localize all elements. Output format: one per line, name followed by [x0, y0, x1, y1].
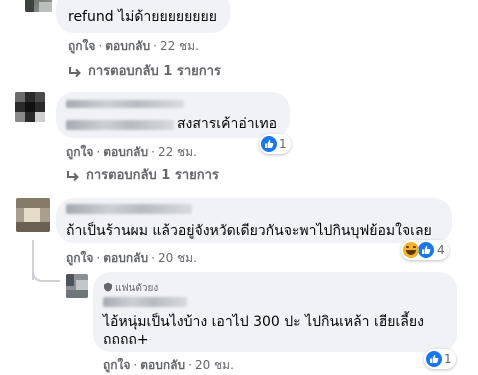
fan-badge[interactable]: แฟนตัวยง: [103, 282, 158, 295]
reaction-count: 4: [437, 243, 445, 257]
commenter-name[interactable]: [66, 100, 184, 108]
reply-actions: ถูกใจ · ตอบกลับ · 20 ชม.: [103, 358, 234, 372]
timestamp[interactable]: 22 ชม.: [158, 145, 197, 159]
reply-arrow-icon: [69, 67, 81, 78]
reply-button[interactable]: ตอบกลับ: [103, 251, 148, 265]
reply-arrow-icon: [67, 171, 79, 182]
comment-actions: ถูกใจ · ตอบกลับ · 22 ชม.: [66, 145, 197, 159]
reaction-summary[interactable]: 1: [424, 349, 456, 369]
replier-name[interactable]: [103, 297, 187, 307]
reply-button[interactable]: ตอบกลับ: [140, 358, 185, 372]
reply-text: ไอ้หนุ่มเป็นไงบ้าง เอาไป 300 ปะ ไปกินเหล…: [103, 314, 424, 348]
reaction-count: 1: [444, 352, 452, 366]
commenter-name[interactable]: [66, 204, 192, 214]
comment-actions: ถูกใจ · ตอบกลับ · 22 ชม.: [68, 39, 199, 53]
haha-reaction-icon: [403, 242, 419, 258]
timestamp[interactable]: 20 ชม.: [158, 251, 197, 265]
comment-text: สงสารเค้าอ่าเทอ: [177, 116, 278, 132]
comment-text: ถ้าเป็นร้านผม แล้วอยู่จังหวัดเดียวกันจะพ…: [66, 223, 432, 239]
like-button[interactable]: ถูกใจ: [68, 39, 95, 53]
avatar[interactable]: [66, 274, 88, 298]
comment-text: refund ไม่ด้ายยยยยยยย: [68, 9, 217, 25]
view-replies-label: การตอบกลับ 1 รายการ: [88, 64, 221, 79]
reaction-summary[interactable]: 4: [401, 240, 449, 260]
timestamp[interactable]: 22 ชม.: [160, 39, 199, 53]
view-replies-link[interactable]: การตอบกลับ 1 รายการ: [66, 167, 219, 185]
reply-button[interactable]: ตอบกลับ: [103, 145, 148, 159]
like-reaction-icon: [261, 136, 277, 152]
avatar[interactable]: [15, 92, 45, 122]
avatar[interactable]: [25, 0, 52, 12]
like-button[interactable]: ถูกใจ: [66, 251, 93, 265]
view-replies-link[interactable]: การตอบกลับ 1 รายการ: [68, 63, 221, 81]
view-replies-label: การตอบกลับ 1 รายการ: [86, 168, 219, 183]
like-button[interactable]: ถูกใจ: [66, 145, 93, 159]
timestamp[interactable]: 20 ชม.: [195, 358, 234, 372]
reaction-summary[interactable]: 1: [259, 134, 291, 154]
thread-connector: [32, 266, 60, 282]
like-button[interactable]: ถูกใจ: [103, 358, 130, 372]
fan-badge-icon: [104, 282, 112, 292]
avatar[interactable]: [16, 198, 50, 232]
commenter-name[interactable]: [66, 120, 174, 130]
reply-button[interactable]: ตอบกลับ: [105, 39, 150, 53]
reaction-count: 1: [279, 137, 287, 151]
like-reaction-icon: [426, 351, 442, 367]
comment-actions: ถูกใจ · ตอบกลับ · 20 ชม.: [66, 251, 197, 265]
like-reaction-icon: [417, 241, 435, 259]
